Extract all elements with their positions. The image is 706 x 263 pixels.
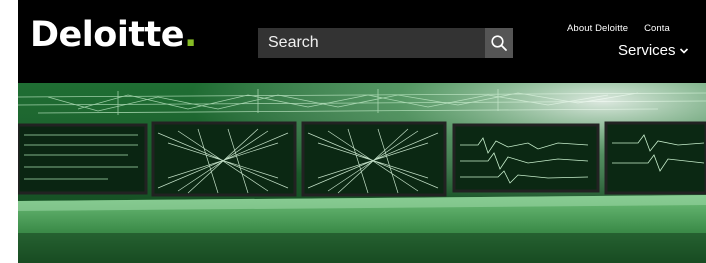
control-room-monitors-image xyxy=(18,83,706,263)
hero-image xyxy=(18,83,706,263)
logo-dot: . xyxy=(184,15,197,55)
search-bar xyxy=(258,28,513,58)
deloitte-logo[interactable]: Deloitte. xyxy=(30,18,197,53)
nav-link-contact[interactable]: Conta xyxy=(644,23,670,34)
chevron-down-icon xyxy=(679,48,688,54)
search-button[interactable] xyxy=(485,28,513,58)
nav-link-about[interactable]: About Deloitte xyxy=(567,23,628,34)
search-icon xyxy=(491,35,507,51)
site-header: Deloitte. About Deloitte Conta Services xyxy=(18,0,706,83)
search-input[interactable] xyxy=(258,28,485,58)
nav-services-label: Services xyxy=(618,42,676,59)
utility-nav: About Deloitte Conta xyxy=(567,23,686,34)
nav-services[interactable]: Services xyxy=(618,42,689,59)
logo-text: Deloitte xyxy=(30,15,185,55)
page: Deloitte. About Deloitte Conta Services xyxy=(0,0,706,263)
